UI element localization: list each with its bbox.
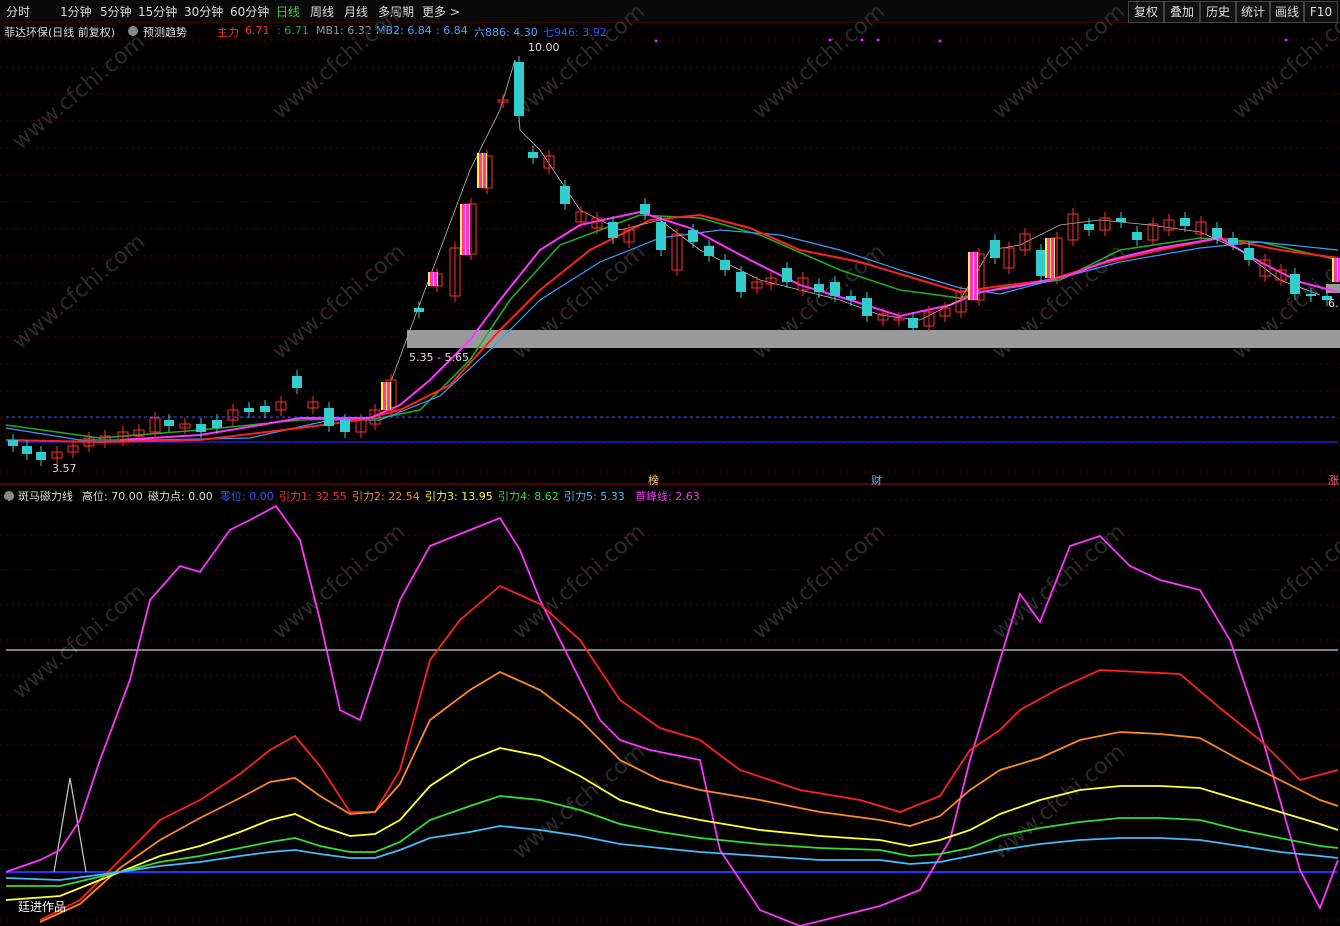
candle-down — [830, 282, 840, 296]
signal-candle-stripe — [430, 272, 433, 286]
signal-dot — [828, 38, 832, 42]
candle-down — [164, 420, 174, 426]
marker-zhang[interactable]: 涨 — [1328, 472, 1339, 488]
candle-down — [782, 268, 792, 282]
candle-down — [196, 424, 206, 432]
candle-down — [846, 296, 856, 300]
candle-down — [244, 408, 254, 412]
watermark-text: www.cfchi.com — [268, 239, 410, 364]
candle-down — [1290, 274, 1300, 294]
candle-down — [1036, 250, 1046, 276]
candle-down — [640, 204, 650, 214]
signal-candle-stripe — [462, 204, 465, 255]
watermark-text: www.cfchi.com — [8, 579, 150, 704]
candle-down — [324, 408, 334, 426]
signal-candle-stripe — [1047, 238, 1050, 278]
watermark-text: www.cfchi.com — [748, 0, 890, 125]
candle-down — [656, 222, 666, 250]
candle-down — [560, 186, 570, 204]
candle-down — [528, 152, 538, 158]
signal-candle-stripe — [383, 382, 386, 410]
candle-down — [814, 284, 824, 292]
signal-candle-stripe — [466, 204, 469, 255]
low-price-label: 3.57 — [52, 462, 77, 475]
candle-down — [260, 406, 270, 412]
signal-candle-stripe — [970, 252, 973, 300]
candle-down — [1084, 224, 1094, 230]
signal-dot — [876, 38, 880, 42]
signal-dot — [938, 39, 942, 43]
shoufeng-line — [5, 504, 1339, 926]
candle-down — [514, 62, 524, 116]
candle-down — [862, 298, 872, 316]
watermark-text: www.cfchi.com — [8, 29, 150, 154]
candle-down — [414, 308, 424, 312]
support-zone-label: 5.35 - 5.65 — [409, 351, 469, 364]
candle-down — [1132, 232, 1142, 240]
marker-cai[interactable]: 财 — [871, 472, 882, 488]
candle-down — [908, 318, 918, 328]
watermark-text: www.cfchi.com — [988, 519, 1130, 644]
signal-candle-stripe — [974, 252, 977, 300]
yinli3-line — [5, 747, 1339, 901]
signal-dot — [1284, 38, 1288, 42]
candle-down — [8, 440, 18, 446]
signal-candle-stripe — [483, 153, 486, 188]
watermark-text: www.cfchi.com — [988, 739, 1130, 864]
candle-down — [736, 272, 746, 292]
candle-down — [990, 240, 1000, 258]
candle-down — [1180, 218, 1190, 226]
spike-marker — [53, 777, 87, 873]
candle-down — [212, 420, 222, 428]
candle-down — [1306, 294, 1316, 296]
candle-down — [1116, 218, 1126, 222]
signal-candle-stripe — [434, 272, 437, 286]
author-label: 廷进作品 — [18, 900, 67, 914]
watermark-text: www.cfchi.com — [1228, 519, 1340, 644]
watermark-text: www.cfchi.com — [508, 0, 650, 125]
signal-dot — [654, 39, 658, 43]
watermark-text: www.cfchi.com — [508, 519, 650, 644]
signal-candle-stripe — [1334, 258, 1337, 282]
watermark-text: www.cfchi.com — [748, 519, 890, 644]
watermark-text: www.cfchi.com — [988, 0, 1130, 125]
kline-chart-canvas: www.cfchi.com www.cfchi.com www.cfchi.com w… — [0, 0, 1340, 926]
candle-down — [36, 452, 46, 460]
watermark-text: www.cfchi.com — [268, 519, 410, 644]
marker-bang[interactable]: 榜 — [648, 472, 659, 488]
watermark-text: www.cfchi.com — [1228, 0, 1340, 125]
signal-dot — [860, 38, 864, 42]
candle-down — [1228, 238, 1238, 244]
watermark-text: www.cfchi.com — [8, 229, 150, 354]
candle-down — [1244, 248, 1254, 260]
high-price-label: 10.00 — [528, 41, 560, 54]
candle-down — [292, 376, 302, 388]
candle-down — [340, 420, 350, 432]
candle-down — [1212, 228, 1222, 238]
support-zone-bar — [407, 330, 1340, 348]
right-price-label: 6. — [1328, 297, 1339, 310]
watermark-text: www.cfchi.com — [268, 0, 410, 125]
candle-down — [704, 246, 714, 256]
candle-down — [608, 222, 618, 238]
signal-candle-stripe — [387, 382, 390, 410]
candle-down — [720, 260, 730, 270]
yinli1-line — [39, 584, 1339, 921]
candle-down — [22, 446, 32, 454]
signal-candle-stripe — [479, 153, 482, 188]
signal-candle-stripe — [1051, 238, 1054, 278]
candle-down — [688, 230, 698, 242]
